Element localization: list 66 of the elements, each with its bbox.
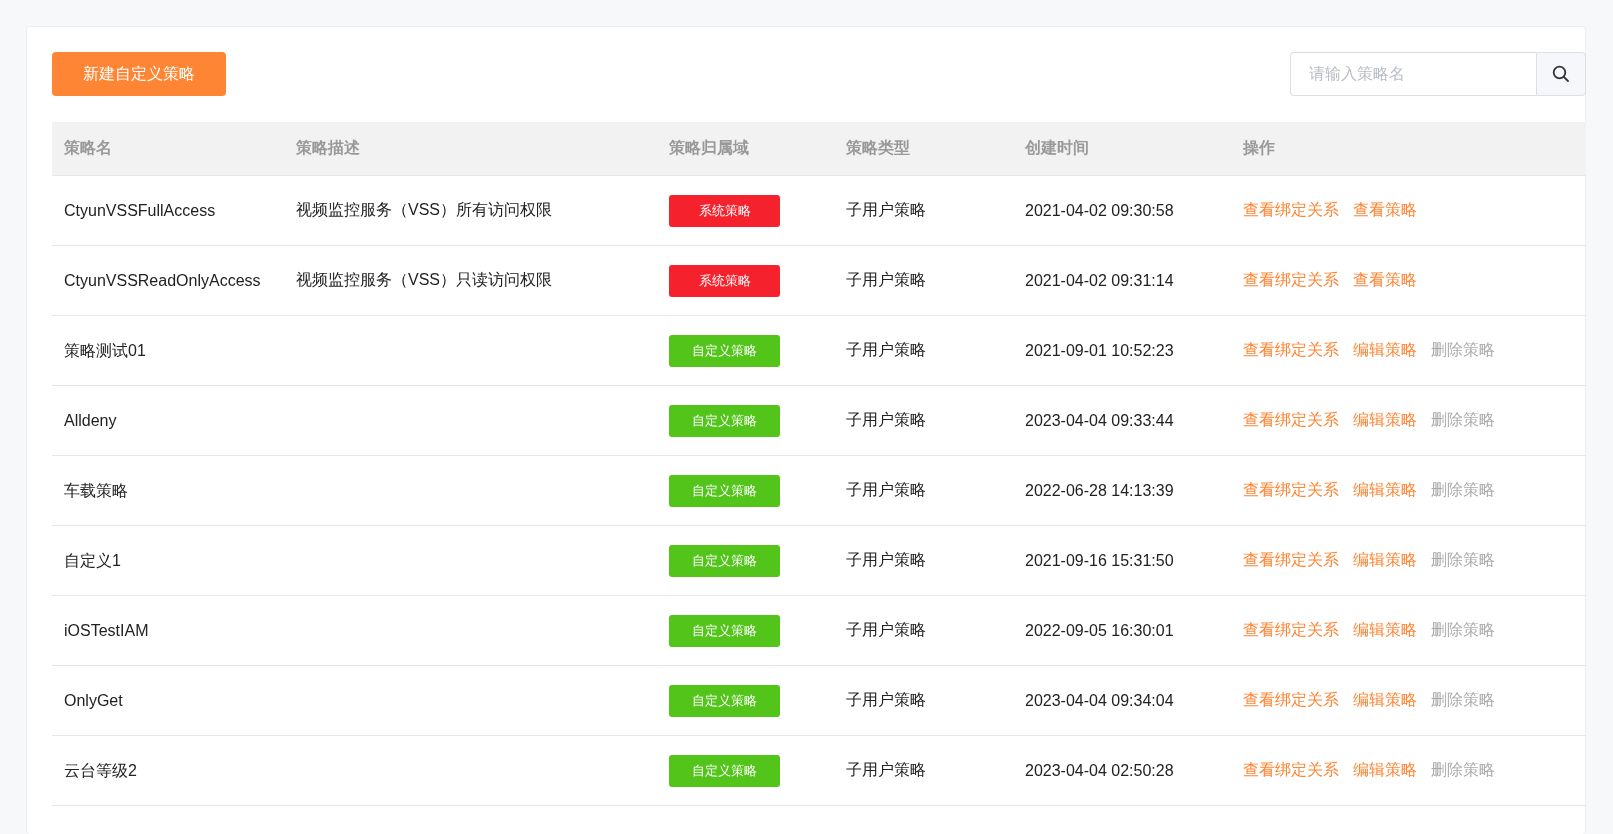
action-link[interactable]: 查看绑定关系 (1243, 760, 1339, 781)
policy-type: 子用户策略 (846, 550, 926, 570)
policy-name: iOSTestIAM (64, 620, 149, 641)
action-link[interactable]: 编辑策略 (1353, 550, 1417, 571)
created-time: 2021-09-16 15:31:50 (1025, 551, 1174, 570)
action-link[interactable]: 查看绑定关系 (1243, 410, 1339, 431)
domain-tag: 自定义策略 (669, 684, 780, 717)
column-header: 策略描述 (296, 138, 360, 158)
domain-tag: 自定义策略 (669, 614, 780, 647)
column-header: 策略类型 (846, 138, 910, 158)
action-link[interactable]: 查看策略 (1353, 270, 1417, 291)
policy-name: 云台等级2 (64, 760, 137, 781)
policy-type: 子用户策略 (846, 620, 926, 640)
policy-name: CtyunVSSFullAccess (64, 200, 216, 221)
action-link[interactable]: 查看策略 (1353, 200, 1417, 221)
domain-tag: 系统策略 (669, 194, 780, 227)
policy-type: 子用户策略 (846, 200, 926, 220)
action-link[interactable]: 查看绑定关系 (1243, 270, 1339, 291)
policy-name: 车载策略 (64, 480, 128, 501)
policy-type: 子用户策略 (846, 690, 926, 710)
created-time: 2023-04-04 09:33:44 (1025, 411, 1174, 430)
policy-type: 子用户策略 (846, 270, 926, 290)
action-link[interactable]: 编辑策略 (1353, 410, 1417, 431)
created-time: 2022-06-28 14:13:39 (1025, 481, 1174, 500)
policy-description: 视频监控服务（VSS）只读访问权限 (296, 270, 552, 290)
action-link[interactable]: 编辑策略 (1353, 620, 1417, 641)
policy-name: 策略测试01 (64, 340, 146, 361)
policy-name: Alldeny (64, 410, 117, 431)
policy-name: CtyunVSSReadOnlyAccess (64, 270, 261, 291)
action-link[interactable]: 查看绑定关系 (1243, 690, 1339, 711)
created-time: 2021-04-02 09:31:14 (1025, 271, 1174, 290)
domain-tag: 系统策略 (669, 264, 780, 297)
create-policy-button[interactable]: 新建自定义策略 (52, 52, 226, 96)
policy-type: 子用户策略 (846, 480, 926, 500)
column-header: 策略名 (64, 138, 112, 158)
action-link[interactable]: 查看绑定关系 (1243, 620, 1339, 641)
action-link[interactable]: 查看绑定关系 (1243, 200, 1339, 221)
domain-tag: 自定义策略 (669, 544, 780, 577)
column-header: 策略归属域 (669, 138, 749, 158)
search-button[interactable] (1536, 52, 1586, 96)
domain-tag: 自定义策略 (669, 404, 780, 437)
policy-name: 自定义1 (64, 550, 121, 571)
action-link[interactable]: 查看绑定关系 (1243, 480, 1339, 501)
search-icon (1552, 65, 1570, 83)
column-header: 创建时间 (1025, 138, 1089, 158)
domain-tag: 自定义策略 (669, 754, 780, 787)
action-link[interactable]: 编辑策略 (1353, 480, 1417, 501)
policy-type: 子用户策略 (846, 410, 926, 430)
domain-tag: 自定义策略 (669, 334, 780, 367)
action-link[interactable]: 编辑策略 (1353, 760, 1417, 781)
created-time: 2023-04-04 09:34:04 (1025, 691, 1174, 710)
action-link[interactable]: 查看绑定关系 (1243, 340, 1339, 361)
policy-type: 子用户策略 (846, 760, 926, 780)
action-link[interactable]: 编辑策略 (1353, 340, 1417, 361)
action-link[interactable]: 编辑策略 (1353, 690, 1417, 711)
domain-tag: 自定义策略 (669, 474, 780, 507)
column-header: 操作 (1243, 138, 1275, 158)
created-time: 2021-04-02 09:30:58 (1025, 201, 1174, 220)
policy-type: 子用户策略 (846, 340, 926, 360)
policy-description: 视频监控服务（VSS）所有访问权限 (296, 200, 552, 220)
created-time: 2023-04-04 02:50:28 (1025, 761, 1174, 780)
search-field[interactable]: 请输入策略名 (1290, 52, 1536, 96)
created-time: 2022-09-05 16:30:01 (1025, 621, 1174, 640)
policy-name: OnlyGet (64, 690, 123, 711)
action-link[interactable]: 查看绑定关系 (1243, 550, 1339, 571)
created-time: 2021-09-01 10:52:23 (1025, 341, 1174, 360)
